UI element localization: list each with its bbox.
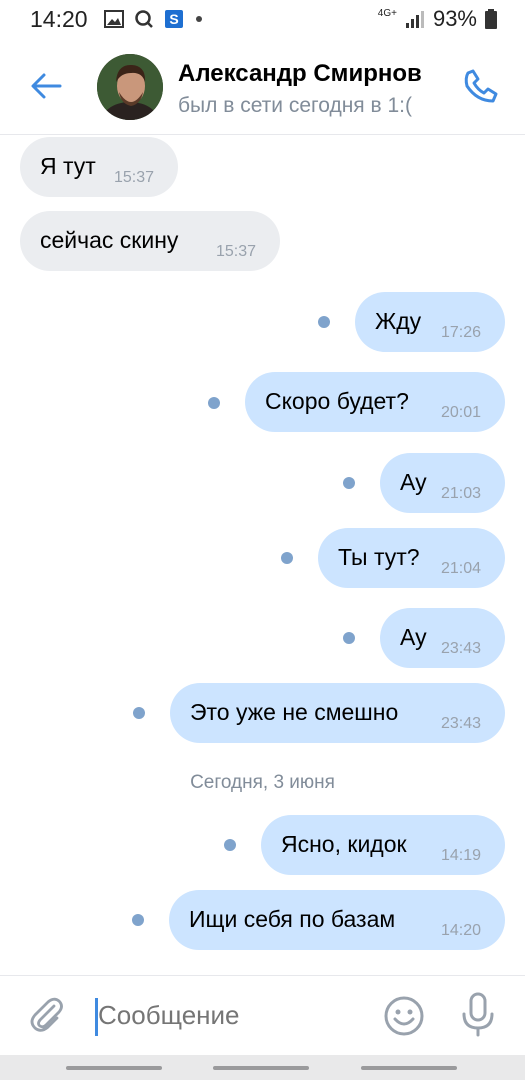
avatar-photo [97,54,163,120]
message-bubble-outgoing[interactable]: Ты тут? 21:04 [318,528,505,588]
message-bubble-incoming[interactable]: сейчас скину 15:37 [20,211,280,271]
unread-indicator [343,632,355,644]
system-navigation-bar [0,1055,525,1080]
message-text: Ясно, кидок [281,831,407,857]
message-bubble-outgoing[interactable]: Ау 21:03 [380,453,505,513]
message-text: Это уже не смешно [190,699,399,725]
chat-header: Александр Смирнов был в сети сегодня в 1… [0,38,525,135]
more-notifications-dot-icon [196,16,202,22]
phone-call-icon[interactable] [461,66,501,106]
battery-percent: 93% [432,6,477,31]
signal-icon [405,11,424,28]
message-text: Ты тут? [338,544,420,570]
contact-name[interactable]: Александр Смирнов [178,60,422,88]
message-bubble-outgoing[interactable]: Скоро будет? 20:01 [245,372,505,432]
unread-indicator [208,397,220,409]
message-time: 14:20 [441,922,482,939]
message-bubble-outgoing[interactable]: Жду 17:26 [355,292,505,352]
unread-indicator [133,707,145,719]
network-type: 4G+ [377,7,397,19]
message-text: Ищи себя по базам [189,906,396,932]
message-text: Жду [375,308,422,334]
notification-icons: S [104,9,204,29]
nav-back-button[interactable] [361,1066,457,1070]
back-arrow-icon[interactable] [28,68,64,104]
status-bar: 14:20 S 4G+ 93% [0,0,525,38]
search-app-icon [135,10,153,28]
message-time: 20:01 [441,404,482,421]
app-s-icon: S [165,10,183,28]
message-time: 14:19 [441,847,482,864]
paperclip-icon[interactable] [26,994,66,1034]
contact-last-seen: был в сети сегодня в 1:( [178,94,413,117]
nav-recents-button[interactable] [66,1066,162,1070]
message-input[interactable] [98,1000,368,1031]
battery-icon [485,9,497,29]
message-composer [0,975,525,1056]
emoji-icon[interactable] [382,994,426,1038]
message-text: Ау [400,469,427,495]
unread-indicator [132,914,144,926]
message-bubble-outgoing[interactable]: Это уже не смешно 23:43 [170,683,505,743]
svg-text:S: S [169,11,178,27]
unread-indicator [224,839,236,851]
gallery-icon [104,10,124,28]
message-bubble-outgoing[interactable]: Ау 23:43 [380,608,505,668]
unread-indicator [318,316,330,328]
message-time: 15:37 [216,243,257,260]
message-time: 17:26 [441,324,482,341]
message-bubble-outgoing[interactable]: Ясно, кидок 14:19 [261,815,505,875]
nav-home-button[interactable] [213,1066,309,1070]
message-text: Ау [400,624,427,650]
message-text: Я тут [40,153,96,179]
microphone-icon[interactable] [460,992,496,1038]
message-text: сейчас скину [40,227,179,253]
unread-indicator [281,552,293,564]
message-time: 23:43 [441,715,482,732]
message-bubble-incoming[interactable]: Я тут 15:37 [20,137,178,197]
status-time: 14:20 [30,6,88,32]
date-separator: Сегодня, 3 июня [190,772,335,793]
unread-indicator [343,477,355,489]
status-right: 4G+ 93% [378,6,497,32]
message-time: 21:03 [441,485,482,502]
message-time: 15:37 [114,169,155,186]
message-time: 21:04 [441,560,482,577]
message-time: 23:43 [441,640,482,657]
avatar[interactable] [97,54,163,120]
message-text: Скоро будет? [265,388,409,414]
message-bubble-outgoing[interactable]: Ищи себя по базам 14:20 [169,890,505,950]
